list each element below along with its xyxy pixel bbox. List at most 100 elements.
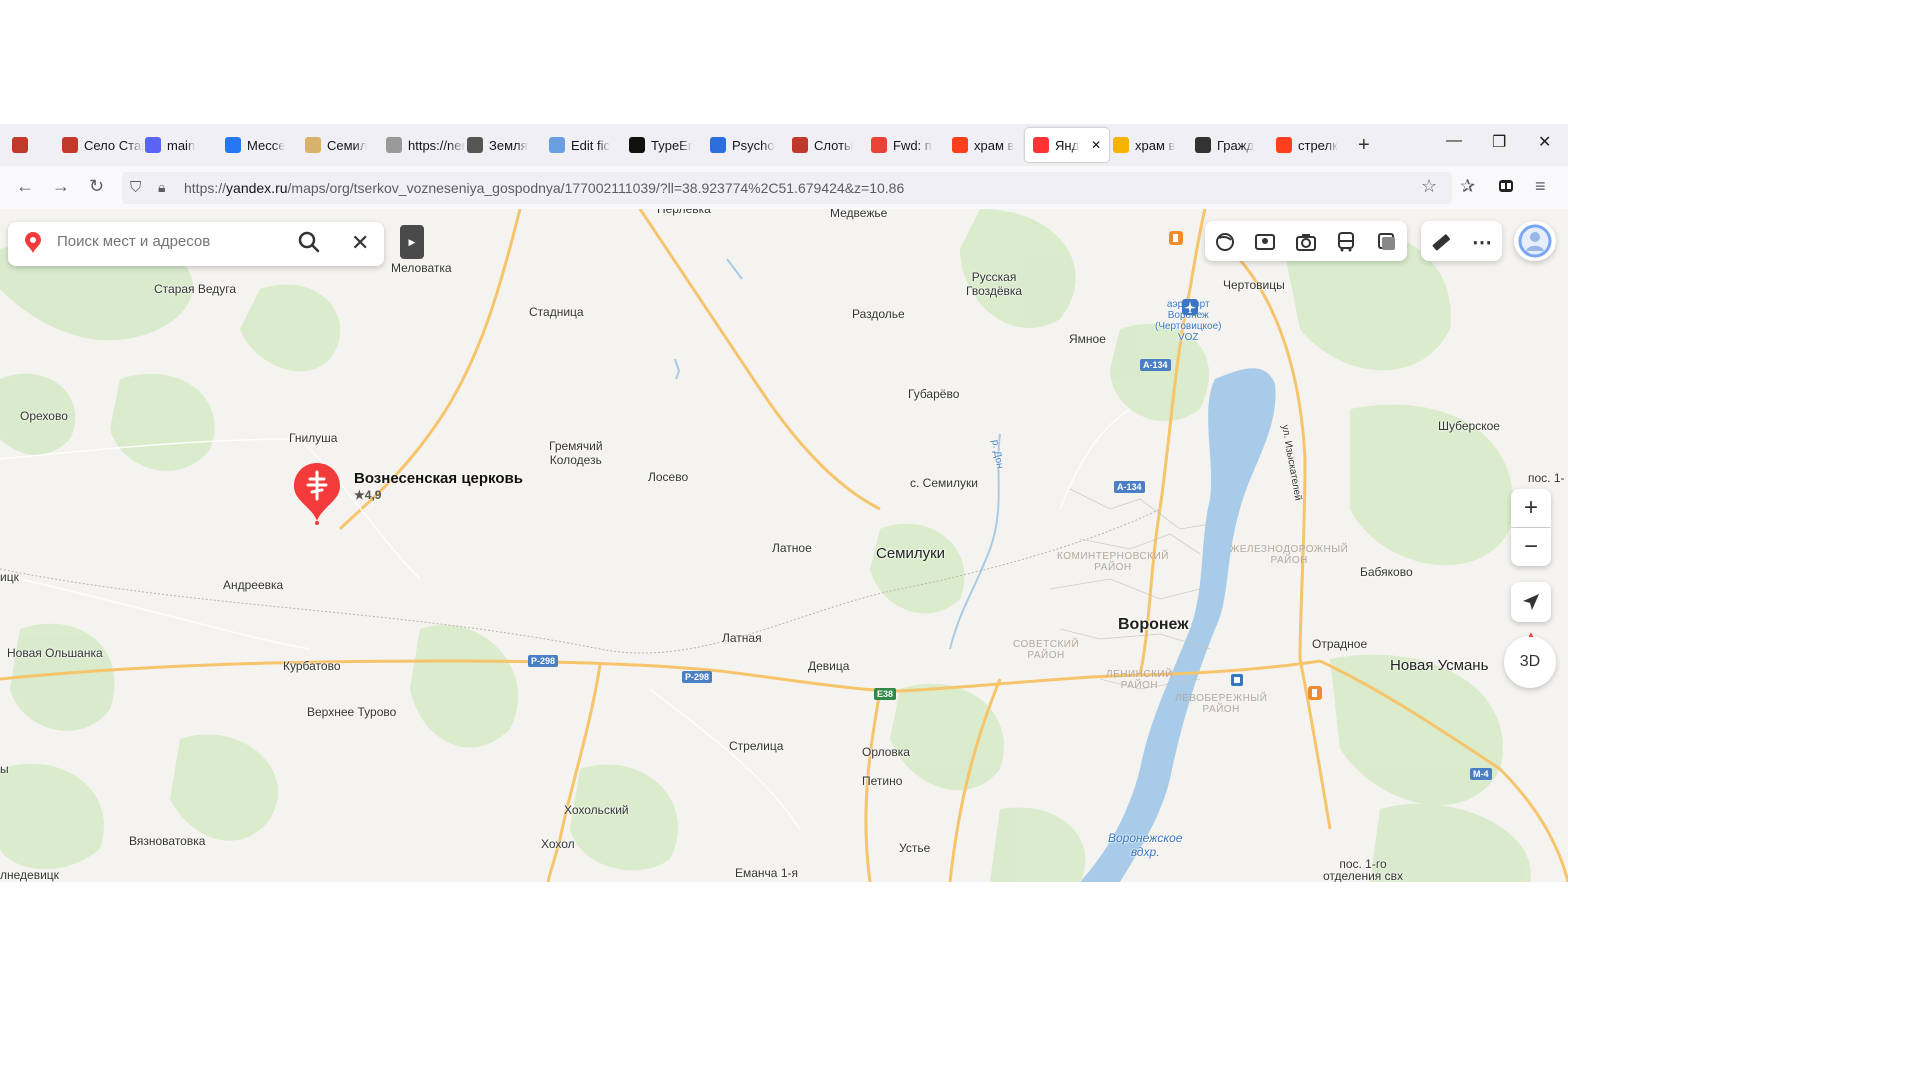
place-label[interactable]: Хохольский — [564, 803, 629, 817]
close-tab-icon[interactable]: ✕ — [1091, 138, 1101, 152]
place-label[interactable]: Гремячий Колодезь — [549, 439, 603, 467]
browser-tab[interactable]: TypeEr — [629, 128, 692, 162]
place-label[interactable]: Орловка — [862, 745, 910, 759]
place-label[interactable]: Русская Гвоздёвка — [966, 270, 1022, 298]
panorama-icon[interactable] — [1252, 229, 1278, 255]
layers-icon[interactable] — [1212, 229, 1238, 255]
place-label[interactable]: Новая Ольшанка — [7, 646, 103, 660]
close-icon[interactable]: ✕ — [351, 230, 369, 256]
browser-tab[interactable]: Гражд — [1195, 128, 1254, 162]
place-label[interactable]: Орехово — [20, 409, 68, 423]
place-label[interactable]: пос. 1- — [1528, 471, 1565, 485]
browser-tab[interactable]: Семил — [305, 128, 367, 162]
place-label[interactable]: Устье — [899, 841, 930, 855]
geolocation-button[interactable] — [1511, 582, 1551, 622]
map-canvas[interactable]: Перлевка Медвежье Меловатка Старая Ведуга Ст… — [0, 209, 1568, 882]
place-label[interactable]: Хохол — [541, 837, 575, 851]
place-label[interactable]: Отрадное — [1312, 637, 1367, 651]
fuel-icon[interactable] — [1169, 231, 1183, 245]
place-label[interactable]: Лосево — [648, 470, 688, 484]
tab-title: Fwd: п — [893, 137, 932, 153]
church-pin-icon[interactable] — [292, 461, 342, 525]
close-window-button[interactable]: ✕ — [1538, 132, 1551, 152]
place-label[interactable]: Андреевка — [223, 578, 283, 592]
place-label[interactable]: Раздолье — [852, 307, 905, 321]
place-label[interactable]: Бабяково — [1360, 565, 1413, 579]
new-tab-button[interactable]: + — [1358, 134, 1370, 157]
extension-icon[interactable] — [1498, 178, 1514, 199]
browser-tab[interactable]: Земля — [467, 128, 528, 162]
more-icon[interactable]: ⋯ — [1469, 229, 1495, 255]
place-label[interactable]: Курбатово — [283, 659, 341, 673]
rail-station-icon[interactable] — [1231, 674, 1243, 686]
zoom-in-button[interactable]: + — [1511, 489, 1551, 527]
place-label[interactable]: пос. 1-го отделения свх — [1323, 858, 1403, 882]
browser-tab[interactable]: Fwd: п — [871, 128, 932, 162]
browser-tab[interactable]: Мессе — [225, 128, 285, 162]
browser-tab[interactable]: Edit fic — [549, 128, 610, 162]
place-label[interactable]: Семилуки — [876, 545, 945, 562]
browser-tab[interactable]: Слоты — [792, 128, 853, 162]
place-label[interactable]: Медвежье — [830, 209, 887, 220]
reload-button[interactable]: ↻ — [89, 176, 104, 197]
url-text[interactable]: https://yandex.ru/maps/org/tserkov_vozne… — [184, 180, 904, 196]
forward-button[interactable]: → — [52, 176, 70, 197]
place-label[interactable]: лнедевицк — [0, 868, 59, 882]
place-label[interactable]: Старая Ведуга — [154, 282, 236, 296]
camera-icon[interactable] — [1293, 229, 1319, 255]
fuel-icon[interactable] — [1308, 686, 1322, 700]
place-label[interactable]: Еманча 1-я — [735, 866, 798, 880]
place-label[interactable]: Латное — [772, 541, 812, 555]
place-label[interactable]: Меловатка — [391, 261, 452, 275]
place-label[interactable]: ицк — [0, 570, 19, 584]
place-label[interactable]: Стадница — [529, 305, 584, 319]
place-label[interactable]: Губарёво — [908, 387, 959, 401]
site-icon — [305, 137, 321, 153]
ruler-icon[interactable] — [1428, 229, 1454, 255]
collapse-panel-button[interactable]: ▶ — [400, 225, 424, 259]
restore-button[interactable]: ❐ — [1492, 132, 1506, 152]
3d-view-button[interactable]: 3D — [1504, 636, 1556, 688]
place-label[interactable]: Ямное — [1069, 332, 1106, 346]
place-label[interactable]: Латная — [722, 631, 762, 645]
browser-tab[interactable]: main — [145, 128, 195, 162]
pinned-tab[interactable] — [12, 128, 28, 162]
shield-icon[interactable]: ⛉ — [130, 179, 141, 196]
browser-tab[interactable]: стрелк — [1276, 128, 1338, 162]
zoom-out-button[interactable]: − — [1511, 528, 1551, 566]
place-label[interactable]: Воронеж — [1118, 616, 1189, 634]
place-label[interactable]: Гнилуша — [289, 431, 337, 445]
place-label[interactable]: Вязноватовка — [129, 834, 205, 848]
place-label[interactable]: Новая Усмань — [1390, 657, 1488, 674]
browser-tab[interactable]: https://ner — [386, 128, 466, 162]
place-label[interactable]: Воронежское вдхр. — [1108, 831, 1182, 859]
avatar[interactable] — [1514, 221, 1556, 261]
place-label[interactable]: Чертовицы — [1223, 278, 1285, 292]
place-label[interactable]: Шуберское — [1438, 419, 1500, 433]
place-label[interactable]: Петино — [862, 774, 902, 788]
pocket-icon[interactable]: ✰ — [1460, 176, 1475, 197]
place-label[interactable]: Девица — [808, 659, 849, 673]
place-label[interactable]: Перлевка — [657, 209, 711, 216]
airport-icon[interactable] — [1182, 299, 1198, 315]
district-label: КОМИНТЕРНОВСКИЙ РАЙОН — [1057, 551, 1169, 573]
browser-tab[interactable]: храм в — [952, 128, 1014, 162]
minimize-button[interactable]: — — [1446, 132, 1462, 150]
map-layers-icon[interactable] — [1374, 229, 1400, 255]
search-icon[interactable] — [297, 230, 321, 254]
pin-title[interactable]: Вознесенская церковь — [354, 470, 523, 487]
browser-tab[interactable]: храм в — [1113, 128, 1175, 162]
menu-icon[interactable]: ≡ — [1535, 176, 1546, 197]
back-button[interactable]: ← — [16, 176, 34, 197]
browser-tab[interactable]: Янд ✕ — [1025, 128, 1110, 162]
bookmark-star-icon[interactable]: ☆ — [1421, 176, 1437, 197]
browser-tab[interactable]: Psycho — [710, 128, 775, 162]
transport-icon[interactable] — [1333, 229, 1359, 255]
place-label[interactable]: Стрелица — [729, 739, 783, 753]
browser-tab[interactable]: Село Стар — [62, 128, 144, 162]
place-label[interactable]: Верхнее Турово — [307, 705, 396, 719]
place-label[interactable]: ы — [0, 762, 9, 776]
lock-icon[interactable]: 🔒︎ — [158, 179, 165, 196]
search-input[interactable] — [57, 233, 287, 250]
place-label[interactable]: с. Семилуки — [910, 476, 978, 490]
